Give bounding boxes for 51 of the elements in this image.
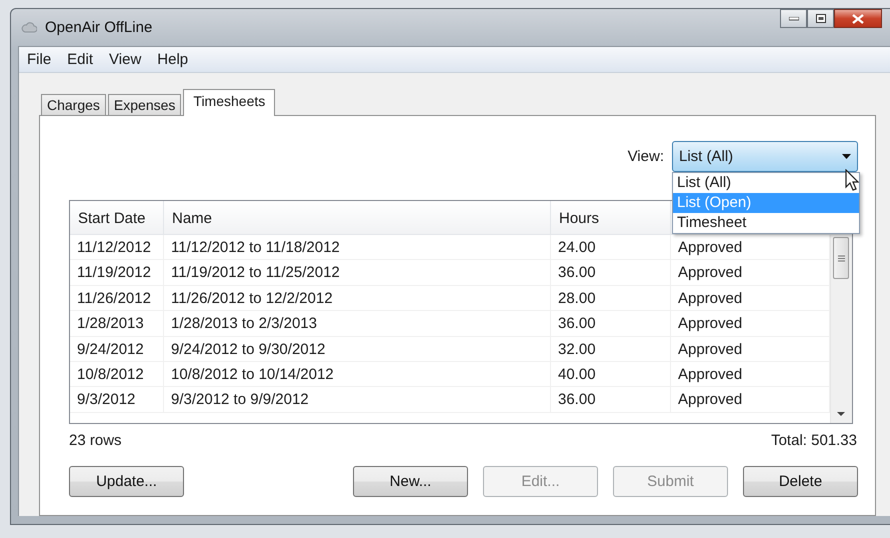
tab[interactable]: Expenses xyxy=(108,94,182,115)
table-cell: 32.00 xyxy=(551,336,671,361)
menu-item[interactable]: Help xyxy=(149,51,196,68)
table-cell: 1/28/2013 to 2/3/2013 xyxy=(164,311,551,336)
table-cell: 11/26/2012 to 12/2/2012 xyxy=(164,286,551,310)
table-cell: 11/12/2012 xyxy=(70,235,164,260)
close-button[interactable] xyxy=(834,9,882,28)
window-title: OpenAir OffLine xyxy=(45,19,152,36)
table-cell: 11/19/2012 to 11/25/2012 xyxy=(164,260,551,285)
row-count: 23 rows xyxy=(69,432,122,451)
view-label: View: xyxy=(628,148,664,165)
table-cell: 9/3/2012 to 9/9/2012 xyxy=(164,387,551,412)
action-button[interactable]: Delete xyxy=(743,466,858,497)
menu-item[interactable]: File xyxy=(19,51,60,68)
table-cell: 24.00 xyxy=(551,235,671,260)
column-header[interactable]: Name xyxy=(164,201,551,234)
table-cell: 11/19/2012 xyxy=(70,260,164,285)
close-icon xyxy=(852,14,864,24)
menu-item[interactable]: Edit xyxy=(59,51,102,68)
table-cell: 36.00 xyxy=(551,387,671,412)
table-cell: 36.00 xyxy=(551,260,671,285)
tab[interactable]: Timesheets xyxy=(183,89,276,116)
minimize-icon xyxy=(788,16,798,20)
table-cell: 10/8/2012 to 10/14/2012 xyxy=(164,362,551,386)
tab[interactable]: Charges xyxy=(41,94,106,115)
table-cell: 11/26/2012 xyxy=(70,286,164,310)
caret-icon xyxy=(842,154,851,159)
maximize-button[interactable] xyxy=(807,9,834,28)
scrollbar[interactable] xyxy=(830,235,852,423)
table-cell: 36.00 xyxy=(551,311,671,336)
table-cell: 9/24/2012 xyxy=(70,336,164,361)
table-cell: 11/12/2012 to 11/18/2012 xyxy=(164,235,551,260)
minimize-button[interactable] xyxy=(780,9,807,28)
dropdown-option[interactable]: Timesheet xyxy=(673,213,859,233)
table-cell: 40.00 xyxy=(551,362,671,386)
maximize-icon xyxy=(816,14,826,23)
table-cell: 28.00 xyxy=(551,286,671,310)
total-label: Total: 501.33 xyxy=(771,432,857,451)
table-cell: 1/28/2013 xyxy=(70,311,164,336)
table-cell: 9/3/2012 xyxy=(70,387,164,412)
column-header[interactable]: Hours xyxy=(551,201,671,234)
menu-item[interactable]: View xyxy=(101,51,150,68)
column-header[interactable]: Start Date xyxy=(70,201,164,234)
cloud-icon xyxy=(21,22,37,33)
action-button[interactable]: Update... xyxy=(69,466,184,497)
down-arrow-icon[interactable] xyxy=(837,412,845,416)
grip-icon xyxy=(838,254,844,262)
table-cell: 10/8/2012 xyxy=(70,362,164,386)
table-cell: 9/24/2012 to 9/30/2012 xyxy=(164,336,551,361)
action-button[interactable]: New... xyxy=(353,466,468,497)
scrollbar-thumb[interactable] xyxy=(833,237,849,279)
